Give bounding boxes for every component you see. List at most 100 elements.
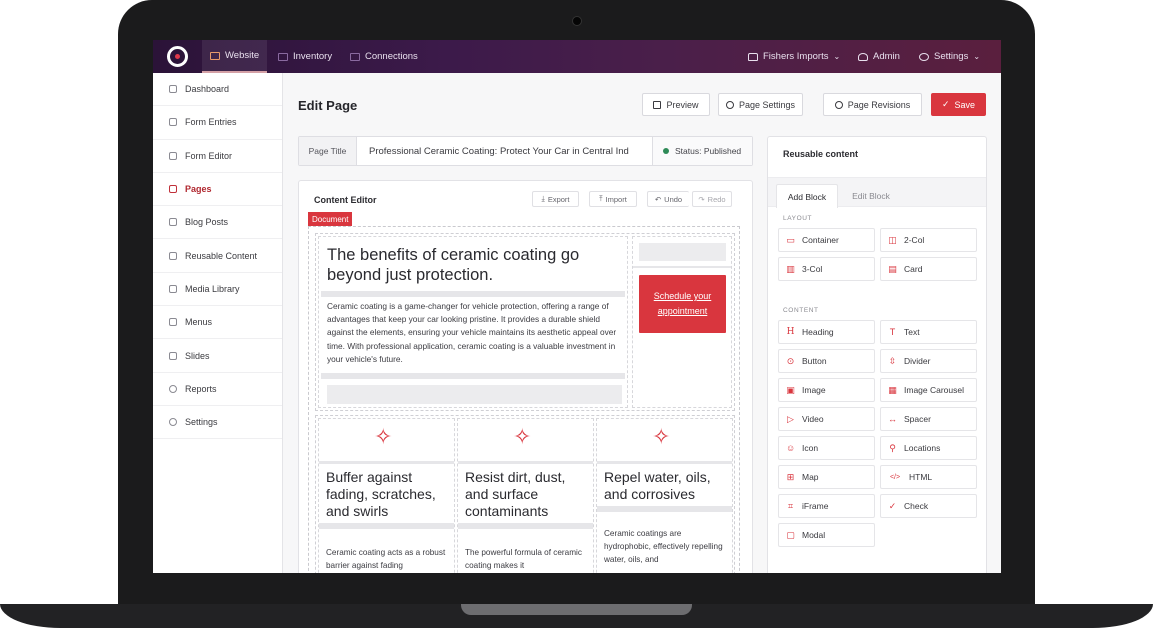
- block-map[interactable]: ⊞ Map: [778, 465, 875, 489]
- undo-button[interactable]: ↶ Undo: [647, 191, 689, 207]
- list-icon: [169, 118, 177, 127]
- camera-icon: [572, 16, 582, 26]
- pie-chart-icon: [169, 384, 177, 393]
- feature-heading[interactable]: Buffer against fading, scratches, and sw…: [326, 469, 452, 520]
- sidebar-item-settings[interactable]: Settings: [153, 406, 282, 440]
- sidebar-item-form-editor[interactable]: Form Editor: [153, 140, 282, 173]
- spacer-block[interactable]: [319, 523, 454, 529]
- block-text[interactable]: T Text: [880, 320, 977, 344]
- export-button[interactable]: ⤓ Export: [532, 191, 579, 207]
- feature-column[interactable]: ✧ Buffer against fading, scratches, and …: [318, 418, 455, 573]
- sidebar-item-slides[interactable]: Slides: [153, 339, 282, 373]
- three-column-row[interactable]: ✧ Buffer against fading, scratches, and …: [315, 415, 735, 573]
- main-column[interactable]: The benefits of ceramic coating go beyon…: [318, 236, 628, 408]
- block-card[interactable]: ▤ Card: [880, 257, 977, 281]
- block-image[interactable]: ▣ Image: [778, 378, 875, 402]
- divider: [633, 266, 731, 268]
- admin-menu[interactable]: Admin: [850, 40, 908, 73]
- block-video[interactable]: ▷ Video: [778, 407, 875, 431]
- side-column[interactable]: Schedule your appointment: [632, 236, 732, 408]
- sidebar: Dashboard Form Entries Form Editor Pages…: [153, 73, 283, 573]
- block-3-col[interactable]: ▥ 3-Col: [778, 257, 875, 281]
- spacer-block[interactable]: [321, 373, 625, 379]
- block-label: 3-Col: [802, 264, 823, 274]
- two-column-icon: ◫: [888, 234, 897, 245]
- sidebar-item-blog-posts[interactable]: Blog Posts: [153, 206, 282, 240]
- app-logo-icon[interactable]: [167, 46, 188, 67]
- document-tag[interactable]: Document: [308, 212, 353, 226]
- feature-text[interactable]: Ceramic coatings are hydrophobic, effect…: [604, 527, 730, 566]
- block-image-carousel[interactable]: ▦ Image Carousel: [880, 378, 977, 402]
- page-title-input[interactable]: Professional Ceramic Coating: Protect Yo…: [357, 146, 652, 157]
- sidebar-item-menus[interactable]: Menus: [153, 306, 282, 340]
- divider: [597, 461, 732, 464]
- import-button[interactable]: ⤒ Import: [589, 191, 637, 207]
- car-icon: [278, 52, 288, 61]
- sidebar-item-reusable-content[interactable]: Reusable Content: [153, 239, 282, 273]
- two-column-row[interactable]: The benefits of ceramic coating go beyon…: [315, 233, 735, 411]
- empty-block[interactable]: [639, 243, 726, 261]
- account-switcher[interactable]: Fishers Imports ⌄: [740, 40, 848, 73]
- gear-icon: [919, 52, 929, 61]
- gear-icon: [725, 100, 734, 109]
- preview-button[interactable]: Preview: [642, 93, 710, 116]
- empty-block[interactable]: [327, 385, 622, 404]
- divider-icon: ⇳: [888, 355, 897, 366]
- block-html[interactable]: </> HTML: [880, 465, 977, 489]
- spacer-block[interactable]: [321, 291, 625, 297]
- block-container[interactable]: ▭ Container: [778, 228, 875, 252]
- block-spacer[interactable]: ↔ Spacer: [880, 407, 977, 431]
- sidebar-item-label: Pages: [185, 184, 212, 195]
- schedule-appointment-button[interactable]: Schedule your appointment: [639, 275, 726, 333]
- block-label: Card: [904, 264, 923, 274]
- sidebar-item-form-entries[interactable]: Form Entries: [153, 106, 282, 140]
- block-locations[interactable]: ⚲ Locations: [880, 436, 977, 460]
- iframe-icon: ⌗: [787, 500, 794, 511]
- hero-text[interactable]: Ceramic coating is a game-changer for ve…: [327, 300, 617, 366]
- block-iframe[interactable]: ⌗ iFrame: [778, 494, 875, 518]
- sidebar-item-dashboard[interactable]: Dashboard: [153, 73, 282, 107]
- block-label: Image: [802, 385, 826, 395]
- spacer-block[interactable]: [597, 506, 732, 512]
- feature-heading[interactable]: Repel water, oils, and corrosives: [604, 469, 730, 503]
- gear-icon: [169, 418, 177, 427]
- block-label: Video: [802, 414, 824, 424]
- tab-label: Connections: [365, 51, 418, 62]
- block-label: Check: [904, 501, 929, 511]
- tab-website[interactable]: Website: [202, 40, 268, 73]
- page-revisions-button[interactable]: Page Revisions: [823, 93, 922, 116]
- block-modal[interactable]: ▢ Modal: [778, 523, 875, 547]
- feature-heading[interactable]: Resist dirt, dust, and surface contamina…: [465, 469, 591, 520]
- feature-text[interactable]: Ceramic coating acts as a robust barrier…: [326, 546, 452, 572]
- block-label: Divider: [904, 356, 931, 366]
- block-heading[interactable]: H Heading: [778, 320, 875, 344]
- settings-menu[interactable]: Settings ⌄: [911, 40, 988, 73]
- block-2-col[interactable]: ◫ 2-Col: [880, 228, 977, 252]
- block-divider[interactable]: ⇳ Divider: [880, 349, 977, 373]
- block-label: Text: [904, 327, 920, 337]
- link-icon: [169, 318, 177, 327]
- sidebar-item-pages[interactable]: Pages: [153, 173, 282, 207]
- spacer-block[interactable]: [458, 523, 593, 529]
- redo-button[interactable]: ↷ Redo: [692, 191, 732, 207]
- hero-heading[interactable]: The benefits of ceramic coating go beyon…: [327, 245, 617, 285]
- sidebar-item-media-library[interactable]: Media Library: [153, 273, 282, 307]
- block-check[interactable]: ✓ Check: [880, 494, 977, 518]
- sidebar-item-reports[interactable]: Reports: [153, 373, 282, 406]
- editor-canvas[interactable]: The benefits of ceramic coating go beyon…: [308, 226, 740, 573]
- tab-edit-block[interactable]: Edit Block: [840, 184, 902, 208]
- page-settings-button[interactable]: Page Settings: [718, 93, 803, 116]
- smiley-icon: ☺: [786, 442, 796, 453]
- pin-icon: [169, 218, 177, 227]
- tab-add-block[interactable]: Add Block: [776, 184, 838, 208]
- feature-column[interactable]: ✧ Resist dirt, dust, and surface contami…: [457, 418, 594, 573]
- tab-inventory[interactable]: Inventory: [270, 40, 340, 73]
- tab-connections[interactable]: Connections: [342, 40, 426, 73]
- block-icon[interactable]: ☺ Icon: [778, 436, 875, 460]
- block-label: Icon: [802, 443, 819, 453]
- feature-column[interactable]: ✧ Repel water, oils, and corrosives Cera…: [596, 418, 733, 573]
- feature-text[interactable]: The powerful formula of ceramic coating …: [465, 546, 591, 572]
- save-button[interactable]: ✓ Save: [931, 93, 986, 116]
- block-button[interactable]: ⊙ Button: [778, 349, 875, 373]
- admin-label: Admin: [873, 51, 900, 62]
